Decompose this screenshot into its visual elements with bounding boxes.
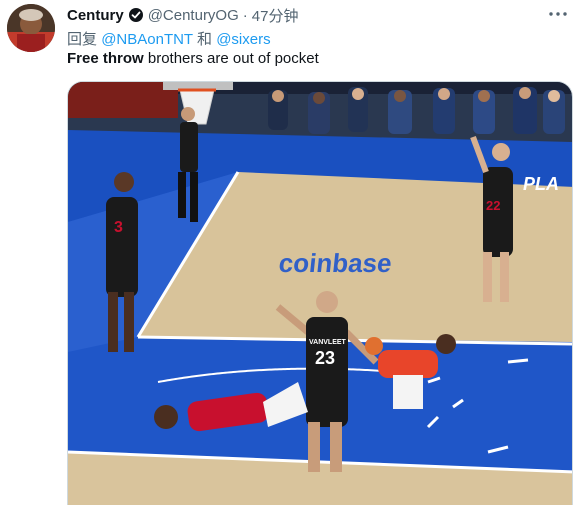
avatar-image — [7, 4, 55, 52]
jersey-name: VANVLEET — [309, 339, 347, 346]
avatar[interactable] — [7, 4, 55, 52]
timestamp[interactable]: 47分钟 — [252, 5, 299, 26]
tweet-text: Free throw brothers are out of pocket — [67, 50, 319, 67]
basketball — [365, 337, 383, 355]
author-name[interactable]: Century — [67, 7, 124, 24]
jersey-number: 3 — [114, 219, 123, 236]
tweet-media-image[interactable]: coinbase PLA 3 22 23 VANVLEET — [67, 81, 573, 505]
author-handle[interactable]: @CenturyOG — [148, 7, 239, 24]
court-logo-text: PLA — [523, 174, 559, 194]
reply-and: 和 — [197, 31, 213, 48]
court-sign-text: coinbase — [277, 248, 393, 278]
tweet-text-rest: brothers are out of pocket — [143, 50, 319, 67]
basketball-court-photo: coinbase PLA 3 22 23 VANVLEET — [68, 82, 572, 505]
header-separator: · — [242, 6, 248, 24]
jersey-number: 23 — [315, 348, 335, 368]
reply-prefix: 回复 — [67, 31, 98, 48]
more-options-icon[interactable] — [546, 4, 570, 24]
reply-mention-nbaontnt[interactable]: @NBAonTNT — [101, 31, 193, 48]
reply-mention-sixers[interactable]: @sixers — [216, 31, 270, 48]
tweet[interactable]: Century @CenturyOG · 47分钟 回复 @NBAonTNT 和… — [0, 0, 582, 505]
arena-sign — [68, 82, 178, 118]
jersey-number: 22 — [486, 198, 500, 213]
tweet-text-bold: Free throw — [67, 50, 144, 67]
tweet-header: Century @CenturyOG · 47分钟 — [67, 5, 298, 25]
verified-badge-icon — [128, 7, 144, 23]
reply-context: 回复 @NBAonTNT 和 @sixers — [67, 28, 271, 49]
